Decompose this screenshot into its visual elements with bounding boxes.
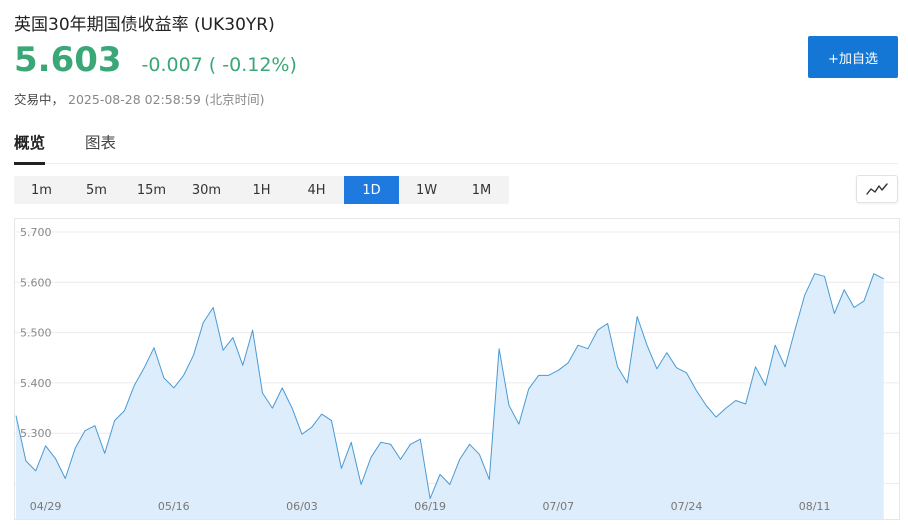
tab-overview[interactable]: 概览 (14, 126, 46, 165)
y-tick-label: 5.300 (20, 427, 52, 440)
range-4h[interactable]: 4H (289, 176, 344, 204)
x-tick-label: 08/11 (799, 500, 831, 513)
price-chart[interactable]: 5.7005.6005.5005.4005.3005.20004/2905/16… (14, 218, 900, 520)
y-tick-label: 5.700 (20, 226, 52, 239)
x-tick-label: 06/19 (414, 500, 446, 513)
trading-status: 交易中， (14, 92, 65, 107)
add-to-watchlist-button[interactable]: +加自选 (808, 36, 898, 78)
y-tick-label: 5.600 (20, 276, 52, 289)
y-tick-label: 5.500 (20, 327, 52, 340)
tab-chart[interactable]: 图表 (85, 126, 116, 164)
line-chart-icon (866, 183, 888, 195)
range-1w[interactable]: 1W (399, 176, 454, 204)
price-change: -0.007 (141, 54, 203, 76)
range-1h[interactable]: 1H (234, 176, 289, 204)
x-tick-label: 05/16 (158, 500, 190, 513)
price-row: 5.603 -0.007 ( -0.12%) (14, 40, 297, 80)
timestamp: 2025-08-28 02:58:59 (北京时间) (68, 92, 265, 107)
tab-bar: 概览 图表 (14, 126, 898, 165)
x-tick-label: 06/03 (286, 500, 318, 513)
range-1m[interactable]: 1m (14, 176, 69, 204)
chart-type-button[interactable] (856, 175, 898, 203)
x-tick-label: 04/29 (30, 500, 62, 513)
range-15m[interactable]: 15m (124, 176, 179, 204)
range-5m[interactable]: 5m (69, 176, 124, 204)
x-tick-label: 07/07 (542, 500, 574, 513)
price-change-percent: ( -0.12%) (208, 54, 297, 76)
range-1d[interactable]: 1D (344, 176, 399, 204)
market-status: 交易中， 2025-08-28 02:58:59 (北京时间) (14, 89, 265, 108)
timeframe-selector: 1m 5m 15m 30m 1H 4H 1D 1W 1M (14, 176, 509, 204)
range-1mo[interactable]: 1M (454, 176, 509, 204)
current-price: 5.603 (14, 40, 122, 80)
chart-canvas: 5.7005.6005.5005.4005.3005.20004/2905/16… (15, 226, 899, 519)
range-30m[interactable]: 30m (179, 176, 234, 204)
x-tick-label: 07/24 (671, 500, 703, 513)
page-title: 英国30年期国债收益率 (UK30YR) (14, 15, 275, 35)
y-tick-label: 5.400 (20, 377, 52, 390)
